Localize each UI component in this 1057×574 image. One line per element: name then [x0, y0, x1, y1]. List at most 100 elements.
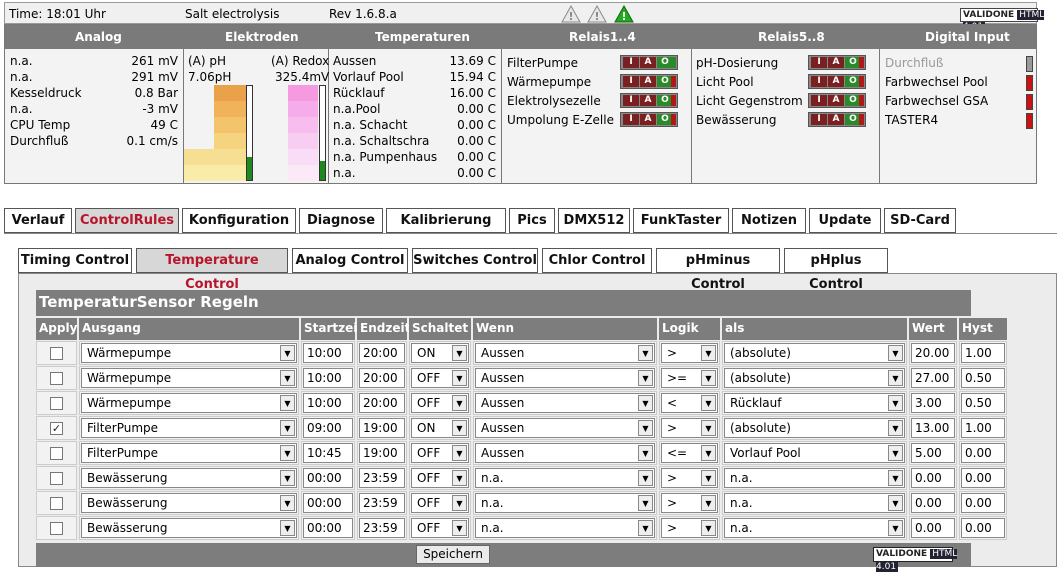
- subtab-analog-control[interactable]: Analog Control: [292, 248, 408, 273]
- end-time-input[interactable]: 20:00: [359, 393, 405, 413]
- wert-input[interactable]: 13.00: [911, 418, 955, 438]
- apply-checkbox[interactable]: [50, 447, 63, 460]
- wenn-select[interactable]: Aussen ▼: [475, 343, 655, 363]
- als-select[interactable]: Vorlauf Pool ▼: [724, 443, 905, 463]
- ausgang-select[interactable]: Bewässerung ▼: [81, 493, 297, 513]
- subtab-temperature-control[interactable]: Temperature Control: [136, 248, 288, 292]
- end-time-input[interactable]: 23:59: [359, 468, 405, 488]
- relay-a-button[interactable]: A: [640, 95, 656, 106]
- end-time-input[interactable]: 23:59: [359, 493, 405, 513]
- wert-input[interactable]: 0.00: [911, 468, 955, 488]
- relay-a-button[interactable]: A: [828, 114, 844, 125]
- schaltet-select[interactable]: OFF ▼: [411, 368, 469, 388]
- als-select[interactable]: n.a. ▼: [724, 468, 905, 488]
- wert-input[interactable]: 3.00: [911, 393, 955, 413]
- hyst-input[interactable]: 1.00: [961, 418, 1005, 438]
- tab-verlauf[interactable]: Verlauf: [4, 208, 72, 233]
- ausgang-select[interactable]: FilterPumpe ▼: [81, 418, 297, 438]
- hyst-input[interactable]: 0.50: [961, 393, 1005, 413]
- relais5-item-switch[interactable]: IAO: [808, 93, 866, 108]
- apply-checkbox[interactable]: ✓: [50, 422, 63, 435]
- subtab-phminus-control[interactable]: pHminus Control: [656, 248, 780, 292]
- relay-a-button[interactable]: A: [640, 57, 656, 68]
- wenn-select[interactable]: n.a. ▼: [475, 493, 655, 513]
- relay-i-button[interactable]: I: [623, 95, 639, 106]
- start-time-input[interactable]: 10:45: [303, 443, 353, 463]
- relais5-item-switch[interactable]: IAO: [808, 112, 866, 127]
- end-time-input[interactable]: 19:00: [359, 443, 405, 463]
- relais1-item-switch[interactable]: IAO: [620, 55, 678, 70]
- tab-notizen[interactable]: Notizen: [732, 208, 806, 233]
- schaltet-select[interactable]: OFF ▼: [411, 518, 469, 538]
- hyst-input[interactable]: 1.00: [961, 343, 1005, 363]
- wert-input[interactable]: 5.00: [911, 443, 955, 463]
- start-time-input[interactable]: 00:00: [303, 468, 353, 488]
- relay-i-button[interactable]: I: [811, 95, 827, 106]
- tab-diagnose[interactable]: Diagnose: [299, 208, 383, 233]
- subtab-switches-control[interactable]: Switches Control: [412, 248, 538, 273]
- relay-i-button[interactable]: I: [811, 114, 827, 125]
- schaltet-select[interactable]: OFF ▼: [411, 443, 469, 463]
- apply-checkbox[interactable]: [50, 497, 63, 510]
- als-select[interactable]: (absolute) ▼: [724, 368, 905, 388]
- logik-select[interactable]: > ▼: [661, 343, 718, 363]
- end-time-input[interactable]: 23:59: [359, 518, 405, 538]
- hyst-input[interactable]: 0.00: [961, 443, 1005, 463]
- relay-i-button[interactable]: I: [811, 76, 827, 87]
- start-time-input[interactable]: 10:00: [303, 368, 353, 388]
- schaltet-select[interactable]: ON ▼: [411, 418, 469, 438]
- schaltet-select[interactable]: OFF ▼: [411, 493, 469, 513]
- schaltet-select[interactable]: OFF ▼: [411, 393, 469, 413]
- relay-i-button[interactable]: I: [623, 57, 639, 68]
- subtab-timing-control[interactable]: Timing Control: [18, 248, 132, 273]
- als-select[interactable]: (absolute) ▼: [724, 343, 905, 363]
- ausgang-select[interactable]: Bewässerung ▼: [81, 468, 297, 488]
- html-valid-badge[interactable]: VALIDONEHTML 4.01: [960, 8, 1045, 32]
- start-time-input[interactable]: 00:00: [303, 518, 353, 538]
- wenn-select[interactable]: n.a. ▼: [475, 518, 655, 538]
- tab-funktaster[interactable]: FunkTaster: [633, 208, 729, 233]
- relay-a-button[interactable]: A: [828, 95, 844, 106]
- schaltet-select[interactable]: OFF ▼: [411, 468, 469, 488]
- tab-sd-card[interactable]: SD-Card: [884, 208, 956, 233]
- wert-input[interactable]: 0.00: [911, 518, 955, 538]
- relay-a-button[interactable]: A: [640, 76, 656, 87]
- relay-i-button[interactable]: I: [623, 76, 639, 87]
- logik-select[interactable]: > ▼: [661, 493, 718, 513]
- tab-pics[interactable]: Pics: [509, 208, 555, 233]
- hyst-input[interactable]: 0.00: [961, 518, 1005, 538]
- ausgang-select[interactable]: Wärmepumpe ▼: [81, 393, 297, 413]
- wert-input[interactable]: 0.00: [911, 493, 955, 513]
- logik-select[interactable]: < ▼: [661, 393, 718, 413]
- start-time-input[interactable]: 10:00: [303, 393, 353, 413]
- als-select[interactable]: n.a. ▼: [724, 518, 905, 538]
- logik-select[interactable]: > ▼: [661, 468, 718, 488]
- hyst-input[interactable]: 0.50: [961, 368, 1005, 388]
- apply-checkbox[interactable]: [50, 472, 63, 485]
- relais5-item-switch[interactable]: IAO: [808, 74, 866, 89]
- save-button[interactable]: Speichern: [416, 545, 490, 564]
- subtab-chlor-control[interactable]: Chlor Control: [542, 248, 652, 273]
- apply-checkbox[interactable]: [50, 522, 63, 535]
- schaltet-select[interactable]: ON ▼: [411, 343, 469, 363]
- relais5-item-switch[interactable]: IAO: [808, 55, 866, 70]
- ausgang-select[interactable]: FilterPumpe ▼: [81, 443, 297, 463]
- logik-select[interactable]: >= ▼: [661, 368, 718, 388]
- start-time-input[interactable]: 00:00: [303, 493, 353, 513]
- wenn-select[interactable]: Aussen ▼: [475, 393, 655, 413]
- relay-i-button[interactable]: I: [623, 114, 639, 125]
- als-select[interactable]: Rücklauf ▼: [724, 393, 905, 413]
- relais1-item-switch[interactable]: IAO: [620, 74, 678, 89]
- wenn-select[interactable]: n.a. ▼: [475, 468, 655, 488]
- apply-checkbox[interactable]: [50, 372, 63, 385]
- relais1-item-switch[interactable]: IAO: [620, 93, 678, 108]
- tab-controlrules[interactable]: ControlRules: [75, 208, 179, 233]
- als-select[interactable]: n.a. ▼: [724, 493, 905, 513]
- wenn-select[interactable]: Aussen ▼: [475, 368, 655, 388]
- subtab-phplus-control[interactable]: pHplus Control: [784, 248, 888, 292]
- logik-select[interactable]: <= ▼: [661, 443, 718, 463]
- logik-select[interactable]: > ▼: [661, 418, 718, 438]
- als-select[interactable]: (absolute) ▼: [724, 418, 905, 438]
- wert-input[interactable]: 27.00: [911, 368, 955, 388]
- relay-a-button[interactable]: A: [828, 57, 844, 68]
